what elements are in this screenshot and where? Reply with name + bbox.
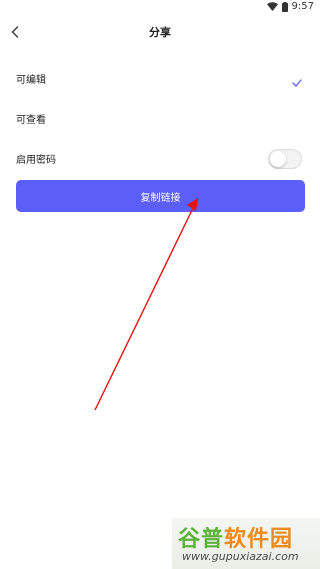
option-viewonly[interactable]: 可查看	[0, 103, 320, 133]
option-editable[interactable]: 可编辑	[0, 63, 320, 93]
battery-icon	[281, 1, 288, 12]
status-icons: 9:57	[266, 1, 314, 12]
wifi-icon	[266, 2, 278, 11]
password-toggle[interactable]	[268, 149, 302, 169]
watermark-title: 谷普软件园	[178, 521, 293, 553]
copy-link-button[interactable]: 复制链接	[16, 180, 305, 212]
status-time: 9:57	[291, 1, 314, 12]
option-viewonly-label: 可查看	[16, 115, 46, 126]
toggle-knob	[270, 151, 286, 167]
status-bar: 9:57	[0, 0, 320, 16]
check-icon	[292, 72, 302, 91]
option-editable-label: 可编辑	[16, 75, 46, 86]
watermark-part2: 软件园	[224, 527, 294, 552]
watermark-url: www.gupuxiazai.com	[182, 550, 299, 563]
watermark-logo: 谷普软件园 www.gupuxiazai.com	[172, 518, 320, 569]
page-title: 分享	[149, 26, 171, 39]
password-row: 启用密码	[0, 143, 320, 173]
password-label: 启用密码	[16, 155, 56, 166]
nav-bar: 分享	[0, 18, 320, 46]
watermark-part1: 谷普	[178, 527, 225, 552]
